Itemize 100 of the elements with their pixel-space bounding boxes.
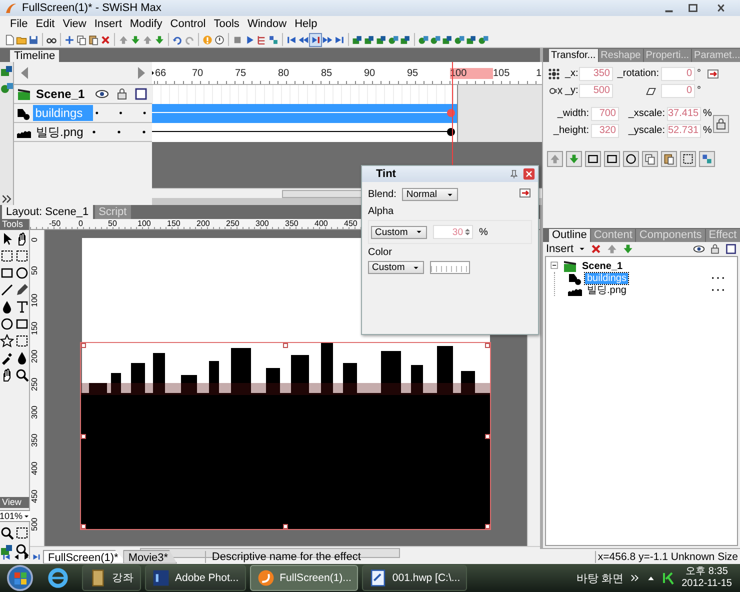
color-dropdown[interactable]: Custom	[368, 261, 424, 274]
resize-handle[interactable]	[81, 434, 86, 438]
down-arrow-icon[interactable]	[130, 34, 141, 46]
tree-item[interactable]: Scene_1	[580, 260, 625, 272]
pin-icon[interactable]	[509, 169, 519, 179]
lock-icon[interactable]	[115, 87, 129, 101]
color-swatch[interactable]	[430, 261, 470, 274]
taskbar-button[interactable]: FullScreen(1)...	[250, 565, 358, 591]
panel-tab[interactable]: Layout: Scene_1	[2, 205, 93, 219]
dotted-square-icon[interactable]	[680, 151, 696, 167]
shapes-icon[interactable]	[430, 34, 441, 46]
number-field[interactable]: 320	[591, 124, 619, 138]
last-icon[interactable]	[32, 552, 41, 562]
export-icon[interactable]	[706, 67, 720, 81]
step-icon[interactable]	[310, 34, 321, 46]
paste-icon[interactable]	[661, 151, 677, 167]
resize-handle[interactable]	[485, 343, 490, 348]
alpha-dropdown[interactable]: Custom	[371, 226, 427, 238]
insert-menu[interactable]: Insert	[546, 242, 574, 254]
shapes-icon[interactable]	[466, 34, 477, 46]
pencil-icon[interactable]	[15, 283, 29, 297]
shapes-icon[interactable]	[418, 34, 429, 46]
number-field[interactable]: 52.731	[667, 124, 701, 138]
menu-item[interactable]: Tools	[210, 18, 244, 30]
number-field[interactable]: 350	[579, 66, 613, 80]
outline-square-icon[interactable]	[725, 242, 737, 254]
add-layer-icon[interactable]	[0, 64, 14, 78]
spinner-icon[interactable]	[463, 226, 472, 238]
expand-icon[interactable]	[0, 193, 12, 205]
shapes-icon[interactable]	[454, 34, 465, 46]
shapes-icon[interactable]	[478, 34, 489, 46]
zoom-dropdown[interactable]: 101%	[0, 510, 32, 522]
menu-item[interactable]: View	[58, 18, 90, 30]
start-orb-icon[interactable]	[6, 565, 34, 591]
panel-tab[interactable]: Timeline	[10, 50, 60, 62]
delete-icon[interactable]	[590, 242, 602, 254]
shapes-icon[interactable]	[400, 34, 411, 46]
resize-handle[interactable]	[485, 524, 490, 529]
taskbar-button[interactable]: 001.hwp [C:\...	[362, 565, 468, 591]
resize-handle[interactable]	[81, 343, 86, 348]
layer-name[interactable]: Scene_1	[34, 86, 87, 102]
menu-item[interactable]: Window	[243, 18, 291, 30]
menu-item[interactable]: File	[6, 18, 32, 30]
squares-icon[interactable]	[268, 34, 279, 46]
rectangle-icon[interactable]	[15, 317, 29, 331]
first-icon[interactable]	[2, 552, 11, 562]
copy-icon[interactable]	[642, 151, 658, 167]
play-icon[interactable]	[244, 34, 255, 46]
move-cross-icon[interactable]	[64, 34, 75, 46]
chevron-icon[interactable]	[630, 573, 640, 583]
copy-icon[interactable]	[76, 34, 87, 46]
eye-icon[interactable]	[94, 87, 110, 101]
panel-tab[interactable]: Outline	[549, 229, 590, 242]
shapes-icon[interactable]	[364, 34, 375, 46]
lock-icon[interactable]	[709, 242, 721, 254]
paste-icon[interactable]	[88, 34, 99, 46]
layer-name[interactable]: 빌딩.png	[34, 122, 86, 142]
new-page-icon[interactable]	[4, 34, 15, 46]
menu-item[interactable]: Edit	[32, 18, 59, 30]
resize-handle[interactable]	[485, 434, 490, 438]
shapes-icon[interactable]	[442, 34, 453, 46]
taskbar-button[interactable]: Adobe Phot...	[145, 565, 246, 591]
anchor-grid-icon[interactable]	[547, 66, 561, 80]
fill-icon[interactable]	[15, 351, 29, 365]
resize-handle[interactable]	[283, 524, 288, 529]
next-icon[interactable]	[22, 552, 31, 562]
export-icon[interactable]	[518, 186, 532, 200]
menu-item[interactable]: Control	[166, 18, 210, 30]
line-icon[interactable]	[0, 283, 14, 297]
eye-icon[interactable]	[693, 242, 705, 254]
resize-handle[interactable]	[81, 524, 86, 529]
number-field[interactable]: 500	[579, 84, 613, 98]
shapes-icon[interactable]	[388, 34, 399, 46]
menu-item[interactable]: Modify	[126, 18, 166, 30]
blend-dropdown[interactable]: Normal	[402, 188, 458, 201]
star-icon[interactable]	[0, 334, 14, 348]
close-icon[interactable]	[523, 168, 535, 180]
shapes-icon[interactable]	[376, 34, 387, 46]
delete-icon[interactable]	[100, 34, 111, 46]
desktop-label[interactable]: 바탕 화면	[576, 570, 624, 586]
previous-icon[interactable]	[12, 552, 21, 562]
magnifier-icon[interactable]	[15, 368, 29, 382]
collapse-icon[interactable]	[550, 261, 560, 271]
lock-icon[interactable]	[714, 116, 728, 132]
menu-item[interactable]: Insert	[90, 18, 126, 30]
eyedropper-icon[interactable]	[0, 351, 14, 365]
down-arrow-icon[interactable]	[622, 242, 634, 254]
caret-icon[interactable]	[22, 512, 30, 520]
caret-icon[interactable]	[415, 228, 423, 236]
dotted-square-icon[interactable]	[0, 249, 14, 263]
remove-layer-icon[interactable]	[0, 81, 14, 95]
number-field[interactable]: 700	[591, 106, 619, 120]
resize-handle[interactable]	[283, 343, 288, 348]
panel-tab[interactable]: Transfor...	[549, 49, 598, 62]
zoom-fit-icon[interactable]	[0, 526, 14, 540]
ellipse-icon[interactable]	[0, 317, 14, 331]
taskbar-button[interactable]: 강좌	[82, 565, 141, 591]
tree-item[interactable]: 빌딩.png	[585, 283, 628, 297]
dotted-square-icon[interactable]	[15, 249, 29, 263]
down-arrow-icon[interactable]	[154, 34, 165, 46]
